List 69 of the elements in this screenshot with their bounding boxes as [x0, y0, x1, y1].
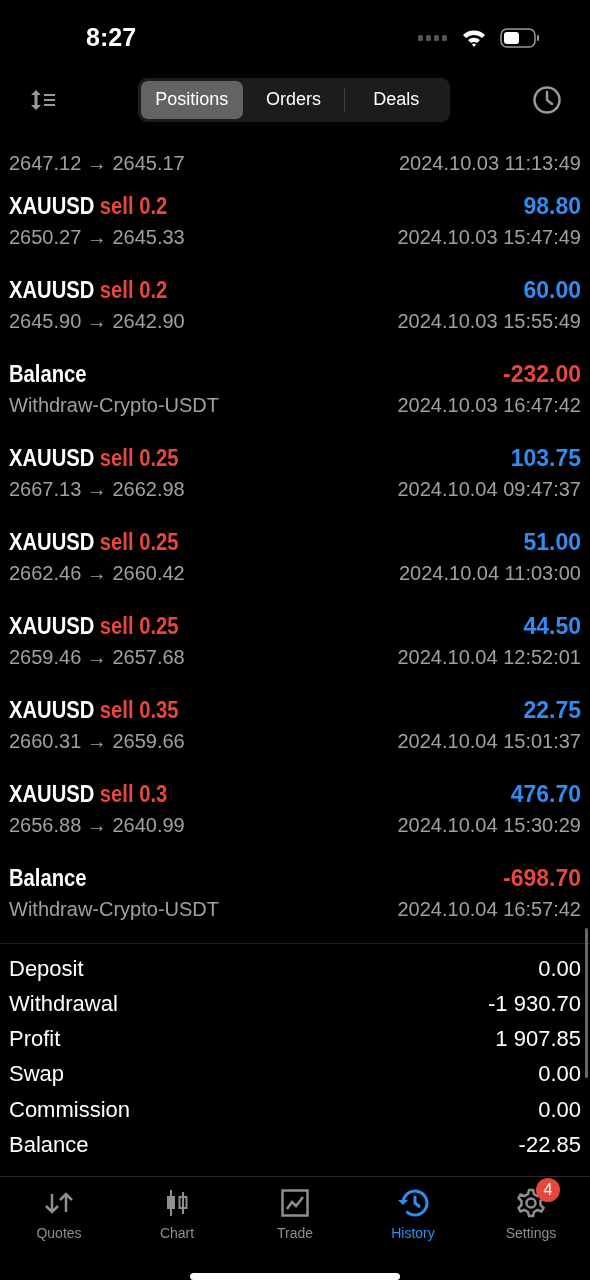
status-time: 8:27: [86, 23, 137, 53]
summary-value: -22.85: [518, 1131, 581, 1158]
profit-value: 22.75: [523, 697, 581, 725]
tab[interactable]: Orders: [242, 80, 345, 119]
deal-detail: 2647.12 → 2645.17: [9, 152, 185, 176]
deal-title: XAUUSD sell 0.2: [9, 277, 168, 305]
tab-bar-item[interactable]: Trade: [236, 1177, 354, 1242]
tab[interactable]: Positions: [141, 80, 243, 119]
deal-title: XAUUSD sell 0.35: [9, 697, 179, 725]
summary-value: 0.00: [538, 1096, 581, 1123]
deal-detail: 2659.46 → 2657.68: [9, 646, 185, 670]
deal-time: 2024.10.04 15:30:29: [397, 814, 581, 838]
deal-time: 2024.10.04 11:03:00: [398, 562, 581, 586]
summary-value: 0.00: [538, 955, 581, 982]
deal-detail: 2667.13 → 2662.98: [9, 478, 185, 502]
deal-title: XAUUSD sell 0.25: [9, 529, 179, 557]
deal-title: Balance: [9, 361, 87, 389]
summary-label: Profit: [9, 1026, 61, 1053]
deal-time: 2024.10.04 15:01:37: [397, 730, 581, 754]
wifi-icon: [462, 28, 486, 47]
clock-icon[interactable]: [532, 84, 562, 115]
summary-label: Commission: [9, 1096, 131, 1123]
profit-value: 60.00: [523, 277, 581, 305]
profit-value: 51.00: [523, 529, 581, 557]
deal-title: XAUUSD sell 0.2: [9, 193, 168, 221]
deal-detail: 2656.88 → 2640.99: [9, 814, 185, 838]
line-chart-icon: [281, 1189, 309, 1218]
summary-label: Balance: [9, 1131, 89, 1158]
deal-detail: Withdraw-Crypto-USDT: [9, 394, 220, 418]
deal-time: 2024.10.03 15:55:49: [397, 310, 581, 334]
summary-value: 1 907.85: [495, 1026, 581, 1053]
deal-title: XAUUSD sell 0.25: [9, 445, 179, 473]
deal-detail: Withdraw-Crypto-USDT: [9, 898, 220, 922]
summary-label: Deposit: [9, 955, 84, 982]
history-icon: [397, 1188, 429, 1219]
tab-bar-item[interactable]: 4 Settings: [472, 1177, 590, 1242]
deal-time: 2024.10.03 16:47:42: [397, 394, 581, 418]
summary-value: 0.00: [538, 1061, 581, 1088]
deal-detail: 2662.46 → 2660.42: [9, 562, 185, 586]
deal-title: XAUUSD sell 0.3: [9, 781, 168, 809]
tab-bar-item[interactable]: Chart: [118, 1177, 236, 1242]
deal-time: 2024.10.04 16:57:42: [397, 898, 581, 922]
tab-bar-item[interactable]: History: [354, 1177, 472, 1242]
profit-value: -698.70: [503, 865, 581, 893]
candlestick-icon: [165, 1189, 189, 1218]
deal-title: XAUUSD sell 0.25: [9, 613, 179, 641]
deal-time: 2024.10.03 11:13:49: [398, 152, 581, 176]
notification-badge: 4: [536, 1178, 560, 1203]
profit-value: 98.80: [523, 193, 581, 221]
summary-value: -1 930.70: [488, 991, 581, 1018]
signal-icon: [418, 34, 448, 41]
profit-value: 103.75: [510, 445, 581, 473]
gear-icon: [516, 1188, 546, 1219]
deal-detail: 2650.27 → 2645.33: [9, 226, 185, 250]
profit-value: -232.00: [503, 361, 581, 389]
deal-time: 2024.10.04 09:47:37: [397, 478, 581, 502]
summary-label: Swap: [9, 1061, 65, 1088]
deal-time: 2024.10.04 12:52:01: [397, 646, 581, 670]
tab[interactable]: Deals: [345, 80, 447, 119]
deal-time: 2024.10.03 15:47:49: [397, 226, 581, 250]
summary-label: Withdrawal: [9, 991, 118, 1018]
battery-icon: [500, 27, 540, 48]
deal-detail: 2660.31 → 2659.66: [9, 730, 185, 754]
deal-detail: 2645.90 → 2642.90: [9, 310, 185, 334]
sort-icon[interactable]: [30, 88, 56, 111]
profit-value: 44.50: [523, 613, 581, 641]
deal-title: Balance: [9, 865, 87, 893]
tab-bar-item[interactable]: Quotes: [0, 1177, 118, 1242]
profit-value: 476.70: [510, 781, 581, 809]
